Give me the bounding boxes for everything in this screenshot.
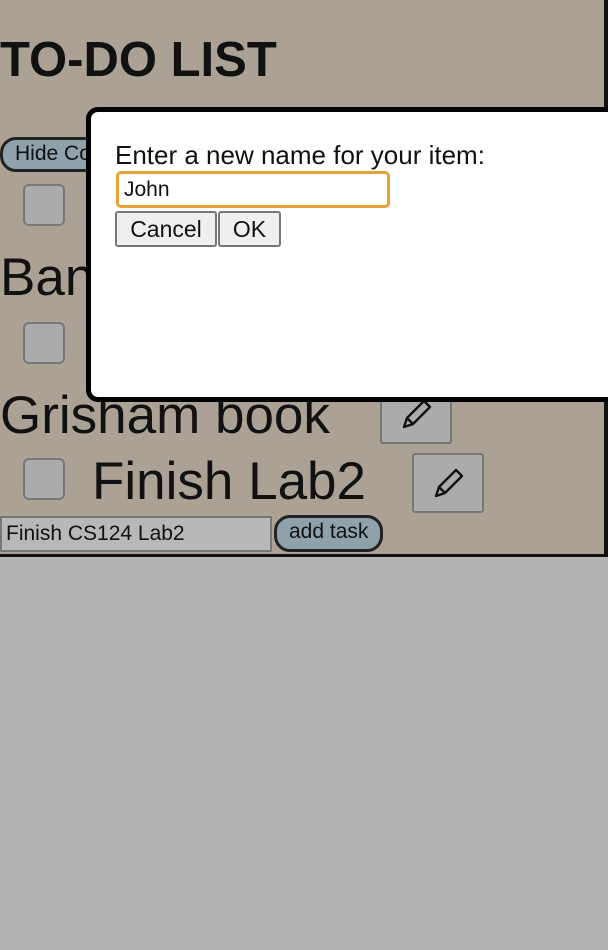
rename-input[interactable] [116, 171, 390, 208]
new-task-input[interactable] [0, 516, 272, 552]
task-checkbox[interactable] [23, 458, 65, 500]
pencil-icon [434, 468, 464, 498]
dialog-message: Enter a new name for your item: [115, 140, 485, 170]
task-checkbox[interactable] [23, 322, 65, 364]
rename-dialog: Enter a new name for your item: Cancel O… [86, 107, 608, 402]
add-task-button[interactable]: add task [274, 515, 384, 552]
task-label: Finish Lab2 [92, 452, 367, 511]
page-title: TO-DO LIST [0, 33, 277, 87]
task-checkbox[interactable] [23, 184, 65, 226]
cancel-button[interactable]: Cancel [115, 211, 217, 247]
edit-button[interactable] [412, 453, 484, 513]
ok-button[interactable]: OK [218, 211, 281, 247]
